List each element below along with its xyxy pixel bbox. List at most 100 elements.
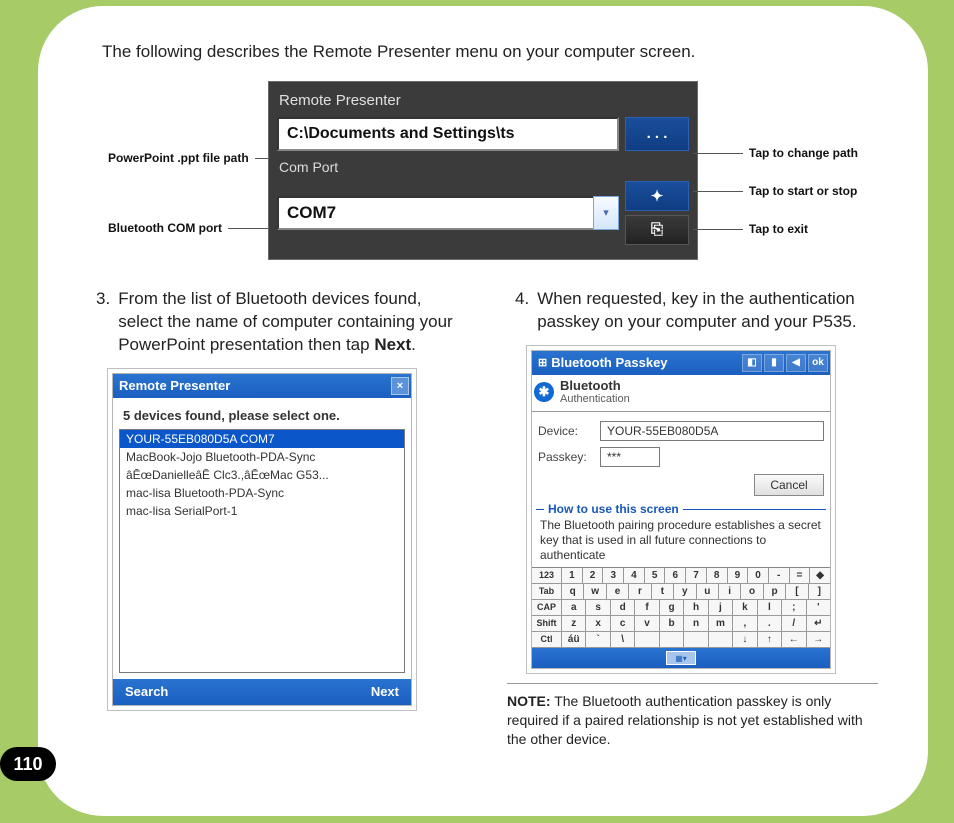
keyboard-key[interactable]: e <box>607 584 629 599</box>
keyboard-key[interactable]: l <box>758 600 782 615</box>
keyboard-key[interactable]: r <box>629 584 651 599</box>
keyboard-key[interactable]: / <box>782 616 806 631</box>
ppt-path-input[interactable]: C:\Documents and Settings\ts <box>277 117 619 151</box>
keyboard-key[interactable]: → <box>807 632 830 647</box>
keyboard-key[interactable]: ' <box>807 600 830 615</box>
keyboard-key[interactable]: 5 <box>645 568 666 583</box>
keyboard-key[interactable]: c <box>611 616 635 631</box>
keyboard-key[interactable]: 8 <box>707 568 728 583</box>
keyboard-key[interactable]: Shift <box>532 616 562 631</box>
cancel-button[interactable]: Cancel <box>754 474 824 496</box>
keyboard-key[interactable]: - <box>769 568 790 583</box>
keyboard-key[interactable]: ↵ <box>807 616 830 631</box>
device-listbox[interactable]: YOUR-55EB080D5A COM7 MacBook-Jojo Blueto… <box>119 429 405 673</box>
onscreen-keyboard[interactable]: 1231234567890-=◆ Tabqwertyuiop[] CAPasdf… <box>532 567 830 648</box>
keyboard-key[interactable]: 9 <box>728 568 749 583</box>
keyboard-key[interactable]: ; <box>782 600 806 615</box>
device-hint: 5 devices found, please select one. <box>119 404 405 429</box>
keyboard-key[interactable]: Tab <box>532 584 562 599</box>
divider <box>532 411 830 412</box>
keyboard-key[interactable]: q <box>562 584 584 599</box>
manual-page: The following describes the Remote Prese… <box>38 6 928 816</box>
keyboard-key[interactable]: d <box>611 600 635 615</box>
keyboard-key[interactable]: v <box>635 616 659 631</box>
window-body: ✱ Bluetooth Authentication Device: YOUR-… <box>532 375 830 668</box>
keyboard-key[interactable]: [ <box>786 584 808 599</box>
keyboard-key[interactable]: i <box>719 584 741 599</box>
chevron-down-icon[interactable]: ▾ <box>593 196 619 230</box>
exit-button[interactable]: ⎘ <box>625 215 689 245</box>
page-number: 110 <box>0 747 56 781</box>
keyboard-key[interactable]: z <box>562 616 586 631</box>
keyboard-key[interactable] <box>709 632 733 647</box>
leader-line <box>693 229 743 230</box>
keyboard-key[interactable]: ◆ <box>810 568 830 583</box>
two-column-steps: 3. From the list of Bluetooth devices fo… <box>88 288 878 749</box>
volume-icon[interactable]: ◀ <box>786 354 806 372</box>
keyboard-key[interactable]: b <box>660 616 684 631</box>
keyboard-key[interactable]: 1 <box>562 568 583 583</box>
list-item[interactable]: YOUR-55EB080D5A COM7 <box>120 430 404 448</box>
keyboard-key[interactable]: a <box>562 600 586 615</box>
browse-button[interactable]: . . . <box>625 117 689 151</box>
keyboard-key[interactable]: = <box>790 568 811 583</box>
passkey-label: Passkey: <box>538 450 592 464</box>
keyboard-key[interactable]: 123 <box>532 568 562 583</box>
list-item[interactable]: âĒœDanielleâĒ Clc3.,âĒœMac G53... <box>120 466 404 484</box>
keyboard-key[interactable]: n <box>684 616 708 631</box>
keyboard-key[interactable]: ← <box>782 632 806 647</box>
keyboard-toggle-icon[interactable]: ▦▾ <box>666 651 696 665</box>
keyboard-key[interactable]: h <box>684 600 708 615</box>
step-number: 4. <box>515 288 529 334</box>
keyboard-key[interactable]: 3 <box>603 568 624 583</box>
keyboard-key[interactable]: \ <box>611 632 635 647</box>
keyboard-key[interactable]: x <box>586 616 610 631</box>
softkey-search[interactable]: Search <box>125 684 168 699</box>
keyboard-key[interactable]: ` <box>586 632 610 647</box>
keyboard-key[interactable]: f <box>635 600 659 615</box>
keyboard-key[interactable]: 0 <box>748 568 769 583</box>
keyboard-key[interactable]: y <box>674 584 696 599</box>
keyboard-key[interactable]: Ctl <box>532 632 562 647</box>
sip-bar: ▦▾ <box>532 648 830 668</box>
softkey-bar: Search Next <box>113 679 411 705</box>
keyboard-key[interactable]: ] <box>809 584 830 599</box>
keyboard-key[interactable]: ↑ <box>758 632 782 647</box>
ok-button[interactable]: ok <box>808 354 828 372</box>
close-icon[interactable]: × <box>391 377 409 395</box>
keyboard-key[interactable]: 2 <box>583 568 604 583</box>
right-column: 4. When requested, key in the authentica… <box>507 288 878 749</box>
keyboard-key[interactable]: g <box>660 600 684 615</box>
keyboard-key[interactable] <box>684 632 708 647</box>
softkey-next[interactable]: Next <box>371 684 399 699</box>
step-text: From the list of Bluetooth devices found… <box>118 288 459 357</box>
keyboard-key[interactable]: k <box>733 600 757 615</box>
list-item[interactable]: mac-lisa Bluetooth-PDA-Sync <box>120 484 404 502</box>
list-item[interactable]: MacBook-Jojo Bluetooth-PDA-Sync <box>120 448 404 466</box>
keyboard-key[interactable]: CAP <box>532 600 562 615</box>
keyboard-key[interactable]: w <box>584 584 606 599</box>
com-port-dropdown[interactable]: COM7 ▾ <box>277 196 619 230</box>
keyboard-key[interactable]: p <box>764 584 786 599</box>
keyboard-key[interactable]: . <box>758 616 782 631</box>
keyboard-key[interactable]: u <box>697 584 719 599</box>
passkey-input[interactable]: *** <box>600 447 660 467</box>
keyboard-key[interactable]: s <box>586 600 610 615</box>
keyboard-key[interactable]: 6 <box>665 568 686 583</box>
keyboard-key[interactable]: t <box>652 584 674 599</box>
device-name-input[interactable]: YOUR-55EB080D5A <box>600 421 824 441</box>
keyboard-key[interactable]: 4 <box>624 568 645 583</box>
keyboard-key[interactable]: m <box>709 616 733 631</box>
keyboard-key[interactable] <box>635 632 659 647</box>
keyboard-key[interactable]: j <box>709 600 733 615</box>
service-icon[interactable]: ◧ <box>742 354 762 372</box>
keyboard-key[interactable]: áü <box>562 632 586 647</box>
keyboard-key[interactable]: , <box>733 616 757 631</box>
keyboard-key[interactable]: o <box>741 584 763 599</box>
keyboard-key[interactable]: 7 <box>686 568 707 583</box>
keyboard-key[interactable] <box>660 632 684 647</box>
keyboard-key[interactable]: ↓ <box>733 632 757 647</box>
list-item[interactable]: mac-lisa SerialPort-1 <box>120 502 404 520</box>
start-stop-button[interactable]: ✦ <box>625 181 689 211</box>
signal-icon[interactable]: ▮ <box>764 354 784 372</box>
